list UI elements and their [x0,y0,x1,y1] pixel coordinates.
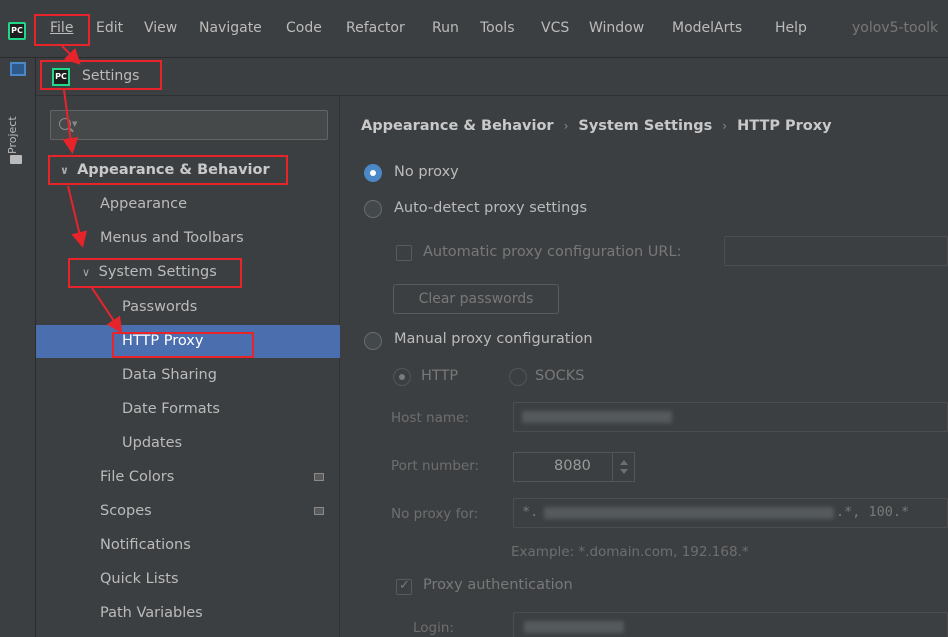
http-proxy-panel: Appearance & Behavior › System Settings › HT… [341,96,948,637]
menubar: PC File Edit View Navigate Code Refactor… [0,0,948,58]
sidebar-item-appearance[interactable]: Appearance [36,188,340,221]
sidebar-item-passwords[interactable]: Passwords [36,291,340,324]
port-number-spinner[interactable]: 8080 [513,452,635,482]
auto-config-url-label: Automatic proxy configuration URL: [423,244,682,260]
no-proxy-for-suffix: .*, 100.* [836,504,910,520]
pycharm-logo-icon: PC [8,22,26,40]
spinner-arrows-icon[interactable] [612,453,634,481]
breadcrumb-item[interactable]: Appearance & Behavior [361,118,554,134]
sidebar-item-label: Menus and Toolbars [100,230,244,246]
auto-detect-label: Auto-detect proxy settings [394,200,588,216]
search-icon [59,118,71,130]
menu-window[interactable]: Window [589,20,644,36]
sidebar-item-notifications[interactable]: Notifications [36,529,340,562]
manual-proxy-radio[interactable] [364,332,382,350]
sidebar-item-menus-toolbars[interactable]: Menus and Toolbars [36,222,340,255]
auto-detect-radio[interactable] [364,200,382,218]
port-number-value: 8080 [554,458,591,474]
manual-proxy-label: Manual proxy configuration [394,331,593,347]
menu-code[interactable]: Code [286,20,322,36]
sidebar-item-label: Updates [122,435,183,451]
no-proxy-for-prefix: *. [522,504,539,520]
screen: PC File Edit View Navigate Code Refactor… [0,0,948,637]
http-radio[interactable] [393,368,411,386]
redacted-login [524,621,624,633]
breadcrumb-item[interactable]: System Settings [578,118,712,134]
redacted-host [522,411,672,423]
auto-config-url-input[interactable] [724,236,948,266]
sidebar-item-label: Notifications [100,537,191,553]
menu-edit[interactable]: Edit [96,20,123,36]
sidebar-item-updates[interactable]: Updates [36,427,340,460]
monitor-icon[interactable] [10,62,26,76]
folder-icon[interactable] [10,155,22,164]
sidebar-item-label: Date Formats [122,401,220,417]
proxy-auth-label: Proxy authentication [423,577,573,593]
clear-passwords-button[interactable]: Clear passwords [393,284,559,314]
menu-refactor[interactable]: Refactor [346,20,405,36]
annotation-box-system-settings [68,258,242,288]
example-hint: Example: *.domain.com, 192.168.* [511,544,749,560]
settings-dialog-header: PC Settings [36,58,948,96]
no-proxy-label: No proxy [394,164,459,180]
no-proxy-for-label: No proxy for: [391,506,479,522]
host-name-label: Host name: [391,410,469,426]
project-tool-label[interactable]: Project [6,116,19,154]
sidebar-item-label: Quick Lists [100,571,179,587]
project-level-icon [314,473,324,481]
sidebar-item-file-colors[interactable]: File Colors [36,461,340,494]
sidebar-item-label: Passwords [122,299,198,315]
tool-strip: Project [0,58,36,637]
breadcrumb: Appearance & Behavior › System Settings › HT… [361,118,832,134]
socks-label: SOCKS [535,368,585,384]
no-proxy-radio[interactable] [364,164,382,182]
menu-modelarts[interactable]: ModelArts [672,20,742,36]
annotation-box-http-proxy [112,332,254,358]
sidebar-item-label: Appearance [100,196,188,212]
menu-view[interactable]: View [144,20,177,36]
port-number-label: Port number: [391,458,480,474]
breadcrumb-item: HTTP Proxy [737,118,832,134]
proxy-auth-checkbox[interactable] [396,578,412,595]
sidebar-item-label: Path Variables [100,605,203,621]
no-proxy-for-input[interactable]: *. .*, 100.* [513,498,948,528]
menu-navigate[interactable]: Navigate [199,20,262,36]
menu-tools[interactable]: Tools [480,20,515,36]
annotation-box-settings [40,60,162,90]
menu-vcs[interactable]: VCS [541,20,569,36]
settings-search-input[interactable]: ▼ [50,110,328,140]
sidebar-item-scopes[interactable]: Scopes [36,495,340,528]
login-label: Login: [413,620,454,636]
menu-help[interactable]: Help [775,20,807,36]
sidebar-item-quick-lists[interactable]: Quick Lists [36,563,340,596]
annotation-box-appearance-behavior [48,155,288,185]
sidebar-item-date-formats[interactable]: Date Formats [36,393,340,426]
auto-config-url-checkbox[interactable] [396,245,412,261]
sidebar-item-data-sharing[interactable]: Data Sharing [36,359,340,392]
login-input[interactable] [513,612,948,637]
redacted-hosts [544,507,834,519]
window-title: yolov5-toolk [852,20,939,36]
http-label: HTTP [421,368,459,384]
menu-run[interactable]: Run [432,20,459,36]
sidebar-item-label: Data Sharing [122,367,217,383]
socks-radio[interactable] [509,368,527,386]
sidebar-item-label: File Colors [100,469,175,485]
sidebar-item-path-variables[interactable]: Path Variables [36,597,340,630]
project-level-icon [314,507,324,515]
chevron-down-icon: ▼ [72,120,78,128]
annotation-box-file [34,14,90,46]
host-name-input[interactable] [513,402,948,432]
sidebar-item-label: Scopes [100,503,152,519]
